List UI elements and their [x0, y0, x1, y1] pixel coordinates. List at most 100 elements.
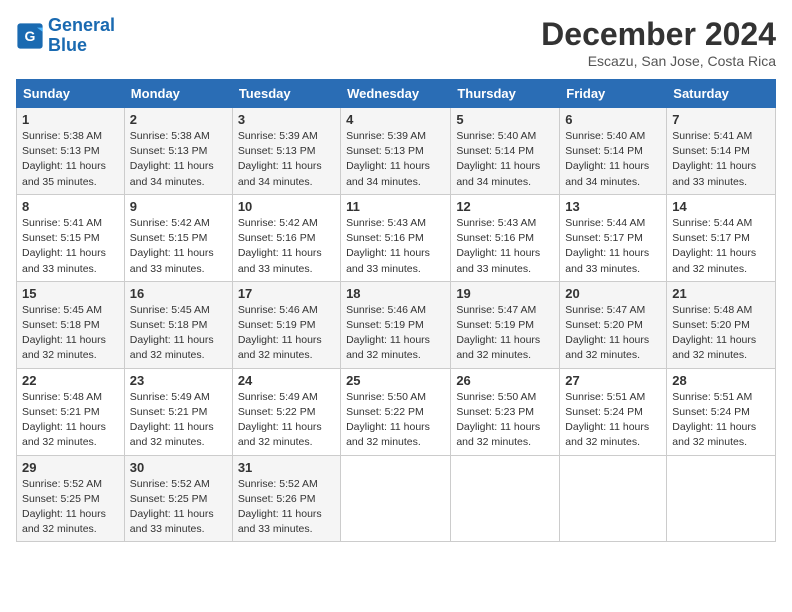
calendar-header-tuesday: Tuesday [232, 80, 340, 108]
calendar-cell: 29Sunrise: 5:52 AM Sunset: 5:25 PM Dayli… [17, 455, 125, 542]
day-info: Sunrise: 5:50 AM Sunset: 5:23 PM Dayligh… [456, 390, 554, 451]
day-number: 10 [238, 199, 335, 214]
day-number: 19 [456, 286, 554, 301]
calendar-cell: 27 Sunrise: 5:51 AM Sunset: 5:24 PM Dayli… [560, 368, 667, 455]
calendar-week-2: 8 Sunrise: 5:41 AM Sunset: 5:15 PM Daylig… [17, 194, 776, 281]
day-number: 9 [130, 199, 227, 214]
calendar-cell: 21 Sunrise: 5:48 AM Sunset: 5:20 PM Dayli… [667, 281, 776, 368]
svg-text:G: G [25, 28, 36, 44]
day-number: 4 [346, 112, 445, 127]
day-number: 1 [22, 112, 119, 127]
day-info: Sunrise: 5:42 AM Sunset: 5:16 PM Dayligh… [238, 216, 335, 277]
calendar-cell: 31Sunrise: 5:52 AM Sunset: 5:26 PM Dayli… [232, 455, 340, 542]
day-number: 29 [22, 460, 119, 475]
calendar-cell [560, 455, 667, 542]
day-info: Sunrise: 5:43 AM Sunset: 5:16 PM Dayligh… [456, 216, 554, 277]
calendar-cell: 10 Sunrise: 5:42 AM Sunset: 5:16 PM Dayli… [232, 194, 340, 281]
day-number: 30 [130, 460, 227, 475]
day-info: Sunrise: 5:41 AM Sunset: 5:15 PM Dayligh… [22, 216, 119, 277]
calendar-cell: 22Sunrise: 5:48 AM Sunset: 5:21 PM Dayli… [17, 368, 125, 455]
calendar-cell: 3Sunrise: 5:39 AM Sunset: 5:13 PM Daylig… [232, 108, 340, 195]
calendar-cell: 14 Sunrise: 5:44 AM Sunset: 5:17 PM Dayli… [667, 194, 776, 281]
calendar-header-row: SundayMondayTuesdayWednesdayThursdayFrid… [17, 80, 776, 108]
page-header: G GeneralBlue December 2024 Escazu, San … [16, 16, 776, 69]
calendar-cell: 25 Sunrise: 5:50 AM Sunset: 5:22 PM Dayli… [341, 368, 451, 455]
logo-text: GeneralBlue [48, 16, 115, 56]
day-number: 2 [130, 112, 227, 127]
day-info: Sunrise: 5:51 AM Sunset: 5:24 PM Dayligh… [672, 390, 770, 451]
calendar-cell: 2 Sunrise: 5:38 AM Sunset: 5:13 PM Daylig… [124, 108, 232, 195]
day-number: 21 [672, 286, 770, 301]
day-number: 25 [346, 373, 445, 388]
day-info: Sunrise: 5:47 AM Sunset: 5:19 PM Dayligh… [456, 303, 554, 364]
day-number: 6 [565, 112, 661, 127]
day-number: 26 [456, 373, 554, 388]
title-block: December 2024 Escazu, San Jose, Costa Ri… [541, 16, 776, 69]
day-info: Sunrise: 5:44 AM Sunset: 5:17 PM Dayligh… [672, 216, 770, 277]
calendar-cell: 11 Sunrise: 5:43 AM Sunset: 5:16 PM Dayli… [341, 194, 451, 281]
calendar-week-1: 1 Sunrise: 5:38 AM Sunset: 5:13 PM Daylig… [17, 108, 776, 195]
day-number: 15 [22, 286, 119, 301]
calendar-header-wednesday: Wednesday [341, 80, 451, 108]
calendar-cell: 20Sunrise: 5:47 AM Sunset: 5:20 PM Dayli… [560, 281, 667, 368]
day-info: Sunrise: 5:39 AM Sunset: 5:13 PM Dayligh… [346, 129, 445, 190]
day-info: Sunrise: 5:50 AM Sunset: 5:22 PM Dayligh… [346, 390, 445, 451]
day-number: 27 [565, 373, 661, 388]
day-info: Sunrise: 5:52 AM Sunset: 5:26 PM Dayligh… [238, 477, 335, 538]
day-info: Sunrise: 5:48 AM Sunset: 5:21 PM Dayligh… [22, 390, 119, 451]
logo: G GeneralBlue [16, 16, 115, 56]
day-info: Sunrise: 5:51 AM Sunset: 5:24 PM Dayligh… [565, 390, 661, 451]
calendar-cell [667, 455, 776, 542]
calendar-cell: 28 Sunrise: 5:51 AM Sunset: 5:24 PM Dayli… [667, 368, 776, 455]
day-number: 28 [672, 373, 770, 388]
day-info: Sunrise: 5:46 AM Sunset: 5:19 PM Dayligh… [346, 303, 445, 364]
day-number: 20 [565, 286, 661, 301]
day-number: 23 [130, 373, 227, 388]
calendar-week-3: 15 Sunrise: 5:45 AM Sunset: 5:18 PM Dayli… [17, 281, 776, 368]
calendar-cell [341, 455, 451, 542]
location: Escazu, San Jose, Costa Rica [541, 53, 776, 69]
calendar-cell: 30 Sunrise: 5:52 AM Sunset: 5:25 PM Dayli… [124, 455, 232, 542]
day-info: Sunrise: 5:38 AM Sunset: 5:13 PM Dayligh… [130, 129, 227, 190]
calendar-cell: 4 Sunrise: 5:39 AM Sunset: 5:13 PM Daylig… [341, 108, 451, 195]
calendar-cell: 24Sunrise: 5:49 AM Sunset: 5:22 PM Dayli… [232, 368, 340, 455]
calendar-week-5: 29 Sunrise: 5:52 AM Sunset: 5:25 PM Dayli… [17, 455, 776, 542]
day-number: 11 [346, 199, 445, 214]
calendar-cell: 17Sunrise: 5:46 AM Sunset: 5:19 PM Dayli… [232, 281, 340, 368]
day-info: Sunrise: 5:45 AM Sunset: 5:18 PM Dayligh… [130, 303, 227, 364]
day-info: Sunrise: 5:45 AM Sunset: 5:18 PM Dayligh… [22, 303, 119, 364]
day-number: 12 [456, 199, 554, 214]
day-info: Sunrise: 5:43 AM Sunset: 5:16 PM Dayligh… [346, 216, 445, 277]
calendar-cell: 9Sunrise: 5:42 AM Sunset: 5:15 PM Daylig… [124, 194, 232, 281]
day-info: Sunrise: 5:48 AM Sunset: 5:20 PM Dayligh… [672, 303, 770, 364]
calendar-cell: 12 Sunrise: 5:43 AM Sunset: 5:16 PM Dayli… [451, 194, 560, 281]
calendar-cell: 18 Sunrise: 5:46 AM Sunset: 5:19 PM Dayli… [341, 281, 451, 368]
day-info: Sunrise: 5:38 AM Sunset: 5:13 PM Dayligh… [22, 129, 119, 190]
calendar-week-4: 22Sunrise: 5:48 AM Sunset: 5:21 PM Dayli… [17, 368, 776, 455]
day-number: 13 [565, 199, 661, 214]
calendar-cell: 5 Sunrise: 5:40 AM Sunset: 5:14 PM Daylig… [451, 108, 560, 195]
day-number: 18 [346, 286, 445, 301]
calendar-cell [451, 455, 560, 542]
day-number: 8 [22, 199, 119, 214]
day-info: Sunrise: 5:40 AM Sunset: 5:14 PM Dayligh… [565, 129, 661, 190]
day-number: 24 [238, 373, 335, 388]
calendar-header-thursday: Thursday [451, 80, 560, 108]
day-number: 16 [130, 286, 227, 301]
calendar-cell: 16 Sunrise: 5:45 AM Sunset: 5:18 PM Dayli… [124, 281, 232, 368]
day-number: 5 [456, 112, 554, 127]
calendar-cell: 26 Sunrise: 5:50 AM Sunset: 5:23 PM Dayli… [451, 368, 560, 455]
calendar-cell: 23 Sunrise: 5:49 AM Sunset: 5:21 PM Dayli… [124, 368, 232, 455]
day-info: Sunrise: 5:52 AM Sunset: 5:25 PM Dayligh… [130, 477, 227, 538]
day-info: Sunrise: 5:49 AM Sunset: 5:21 PM Dayligh… [130, 390, 227, 451]
day-info: Sunrise: 5:44 AM Sunset: 5:17 PM Dayligh… [565, 216, 661, 277]
calendar-cell: 15 Sunrise: 5:45 AM Sunset: 5:18 PM Dayli… [17, 281, 125, 368]
calendar-header-monday: Monday [124, 80, 232, 108]
day-info: Sunrise: 5:40 AM Sunset: 5:14 PM Dayligh… [456, 129, 554, 190]
calendar-header-friday: Friday [560, 80, 667, 108]
logo-icon: G [16, 22, 44, 50]
calendar-cell: 1 Sunrise: 5:38 AM Sunset: 5:13 PM Daylig… [17, 108, 125, 195]
calendar-cell: 13 Sunrise: 5:44 AM Sunset: 5:17 PM Dayli… [560, 194, 667, 281]
day-info: Sunrise: 5:46 AM Sunset: 5:19 PM Dayligh… [238, 303, 335, 364]
day-number: 14 [672, 199, 770, 214]
